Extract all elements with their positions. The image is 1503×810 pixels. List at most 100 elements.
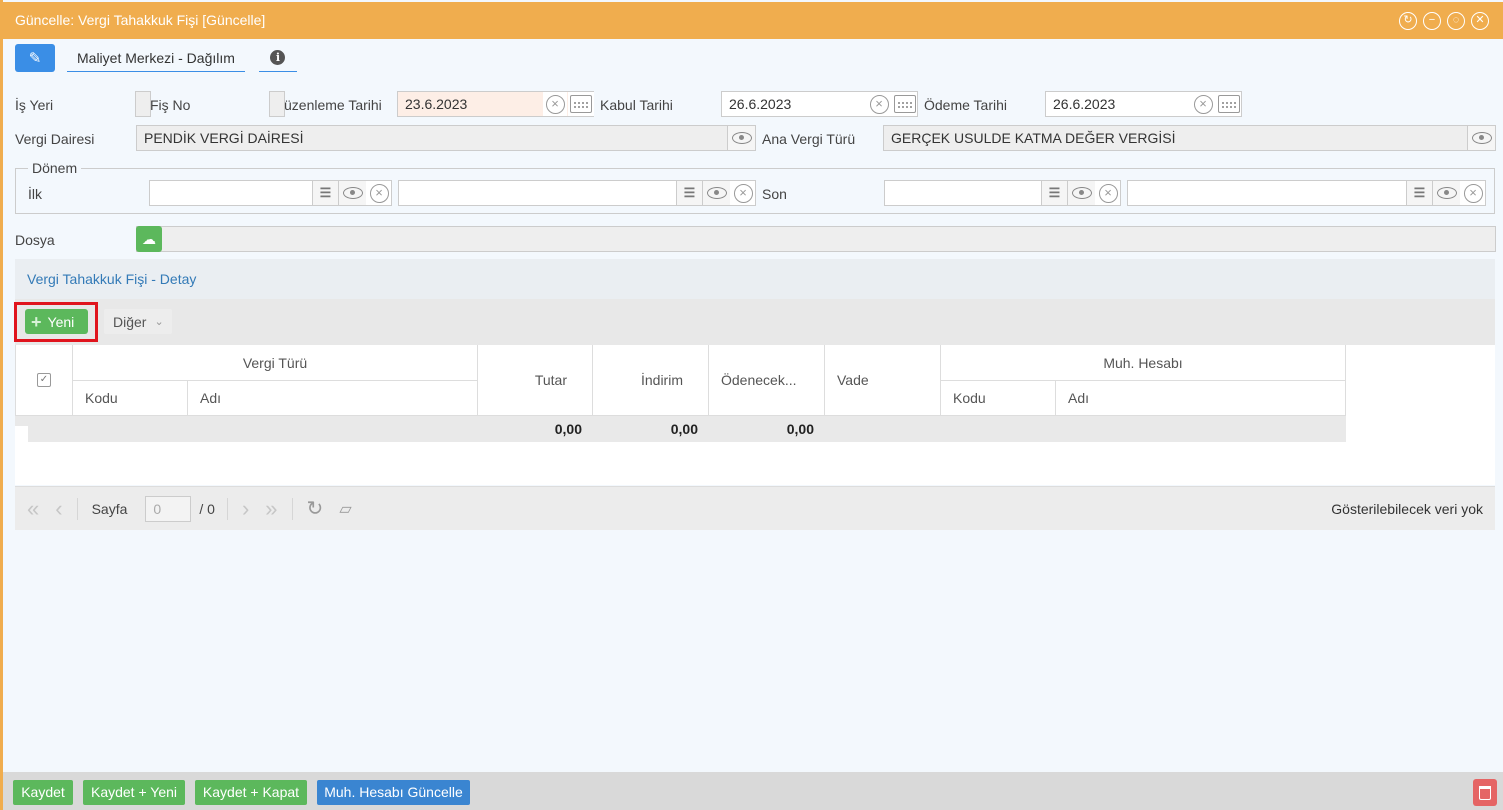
calendar-button[interactable] xyxy=(892,92,918,116)
clear-button[interactable]: × xyxy=(730,181,756,205)
fis-no-checkbox[interactable] xyxy=(269,91,285,117)
refresh-icon[interactable]: ↻ xyxy=(307,496,324,521)
last-page-icon[interactable]: » xyxy=(265,496,277,522)
col-header-tutar[interactable]: Tutar xyxy=(478,345,593,416)
diger-label: Diğer xyxy=(113,313,147,330)
prev-page-icon[interactable]: ‹ xyxy=(55,496,62,522)
yeni-button[interactable]: + Yeni xyxy=(25,309,88,334)
grid-pager: « ‹ Sayfa 0 / 0 › » ↻ ▱ Gösterilebilecek… xyxy=(15,486,1495,530)
checkbox-icon: ✓ xyxy=(37,373,51,387)
kaydet-yeni-button[interactable]: Kaydet + Yeni xyxy=(83,780,185,805)
clear-icon: × xyxy=(545,94,565,114)
refresh-icon[interactable]: ↻ xyxy=(1399,11,1417,30)
ana-vergi-turu-field[interactable]: GERÇEK USULDE KATMA DEĞER VERGİSİ xyxy=(883,125,1496,151)
col-header-vade[interactable]: Vade xyxy=(825,345,941,416)
eye-icon xyxy=(1071,187,1092,199)
list-icon: ☰ xyxy=(319,185,332,200)
close-icon[interactable]: ✕ xyxy=(1471,11,1489,30)
list-button[interactable]: ☰ xyxy=(312,181,338,205)
clear-button[interactable]: × xyxy=(366,181,392,205)
kabul-tarihi-field[interactable]: 26.6.2023 × xyxy=(721,91,918,117)
view-button[interactable] xyxy=(1467,126,1495,150)
duzenleme-tarihi-field[interactable]: 23.6.2023 × xyxy=(397,91,594,117)
col-header-muh-kodu[interactable]: Kodu xyxy=(941,381,1056,416)
view-button[interactable] xyxy=(727,126,755,150)
donem-legend: Dönem xyxy=(28,160,82,176)
kaydet-button[interactable]: Kaydet xyxy=(13,780,73,805)
pager-divider xyxy=(291,497,293,520)
ana-vergi-turu-label: Ana Vergi Türü xyxy=(762,131,856,147)
view-button[interactable] xyxy=(1067,181,1095,205)
diger-dropdown[interactable]: Diğer ⌄ xyxy=(104,309,172,334)
clear-button[interactable]: × xyxy=(1191,92,1215,116)
calendar-icon xyxy=(894,95,916,113)
window-controls: ↻ − ◌ ✕ xyxy=(1399,2,1489,39)
son-label: Son xyxy=(762,186,787,202)
edit-button[interactable]: ✎ xyxy=(15,44,55,72)
cloud-upload-icon: ☁ xyxy=(142,230,156,247)
clear-button[interactable]: × xyxy=(543,92,567,116)
select-all-checkbox[interactable]: ✓ xyxy=(15,345,73,416)
tab-maliyet-merkezi[interactable]: Maliyet Merkezi - Dağılım xyxy=(67,44,245,72)
upload-button[interactable]: ☁ xyxy=(136,226,162,252)
dosya-field[interactable] xyxy=(136,226,1496,252)
ilk-yil-field[interactable]: ☰ × xyxy=(149,180,392,206)
next-page-icon[interactable]: › xyxy=(242,496,249,522)
duzenleme-tarihi-value: 23.6.2023 xyxy=(405,96,468,112)
clear-icon: × xyxy=(1098,183,1118,203)
col-header-muh-adi[interactable]: Adı xyxy=(1056,381,1346,416)
plus-icon: + xyxy=(31,311,42,332)
eye-icon xyxy=(1471,132,1492,144)
clear-icon: × xyxy=(369,183,389,203)
col-header-vergi-turu: Vergi Türü xyxy=(73,345,478,381)
detail-toolbar xyxy=(15,299,1495,345)
calendar-button[interactable] xyxy=(568,92,594,116)
kaydet-kapat-button[interactable]: Kaydet + Kapat xyxy=(195,780,307,805)
calendar-icon xyxy=(570,95,592,113)
calendar-button[interactable] xyxy=(1216,92,1242,116)
list-icon: ☰ xyxy=(1413,185,1426,200)
restore-icon[interactable]: ◌ xyxy=(1447,11,1465,30)
view-button[interactable] xyxy=(702,181,730,205)
vergi-dairesi-value: PENDİK VERGİ DAİRESİ xyxy=(144,130,304,146)
list-button[interactable]: ☰ xyxy=(1406,181,1432,205)
col-header-kodu[interactable]: Kodu xyxy=(73,381,188,416)
col-header-adi[interactable]: Adı xyxy=(188,381,478,416)
detail-grid: ✓ Vergi Türü Kodu Adı Tutar İndirim Öden… xyxy=(15,345,1495,485)
pager-divider xyxy=(226,497,228,520)
tab-info[interactable]: i xyxy=(258,44,297,72)
clear-button[interactable]: × xyxy=(1095,181,1121,205)
minimize-icon[interactable]: − xyxy=(1423,11,1441,30)
view-button[interactable] xyxy=(338,181,366,205)
list-button[interactable]: ☰ xyxy=(676,181,702,205)
view-button[interactable] xyxy=(1432,181,1460,205)
is-yeri-checkbox[interactable] xyxy=(135,91,151,117)
page-total: / 0 xyxy=(199,500,215,517)
fis-no-label: Fiş No xyxy=(150,97,191,113)
vergi-dairesi-label: Vergi Dairesi xyxy=(15,131,95,147)
first-page-icon[interactable]: « xyxy=(27,496,39,522)
odeme-tarihi-field[interactable]: 26.6.2023 × xyxy=(1045,91,1242,117)
son-donem-field[interactable]: ☰ × xyxy=(1127,180,1486,206)
col-header-indirim[interactable]: İndirim xyxy=(593,345,709,416)
list-button[interactable]: ☰ xyxy=(1041,181,1067,205)
vergi-dairesi-field[interactable]: PENDİK VERGİ DAİRESİ xyxy=(136,125,756,151)
page-input[interactable]: 0 xyxy=(145,495,192,522)
duzenleme-tarihi-label: üzenleme Tarihi xyxy=(284,97,382,113)
clear-button[interactable]: × xyxy=(1460,181,1486,205)
is-yeri-label: İş Yeri xyxy=(15,97,54,113)
clear-button[interactable]: × xyxy=(867,92,891,116)
col-header-odenecek[interactable]: Ödenecek... xyxy=(709,345,825,416)
sum-odenecek: 0,00 xyxy=(786,421,814,437)
delete-button[interactable] xyxy=(1473,779,1497,806)
list-icon: ☰ xyxy=(1048,185,1061,200)
pencil-icon: ✎ xyxy=(28,50,42,67)
son-yil-field[interactable]: ☰ × xyxy=(884,180,1121,206)
ilk-donem-field[interactable]: ☰ × xyxy=(398,180,756,206)
eye-icon xyxy=(1436,187,1457,199)
top-tab-bar: ✎ Maliyet Merkezi - Dağılım i xyxy=(15,43,297,73)
eraser-icon[interactable]: ▱ xyxy=(339,499,351,519)
detail-section-title: Vergi Tahakkuk Fişi - Detay xyxy=(15,259,1495,299)
yeni-label: Yeni xyxy=(47,313,75,330)
muh-hesabi-guncelle-button[interactable]: Muh. Hesabı Güncelle xyxy=(317,780,470,805)
